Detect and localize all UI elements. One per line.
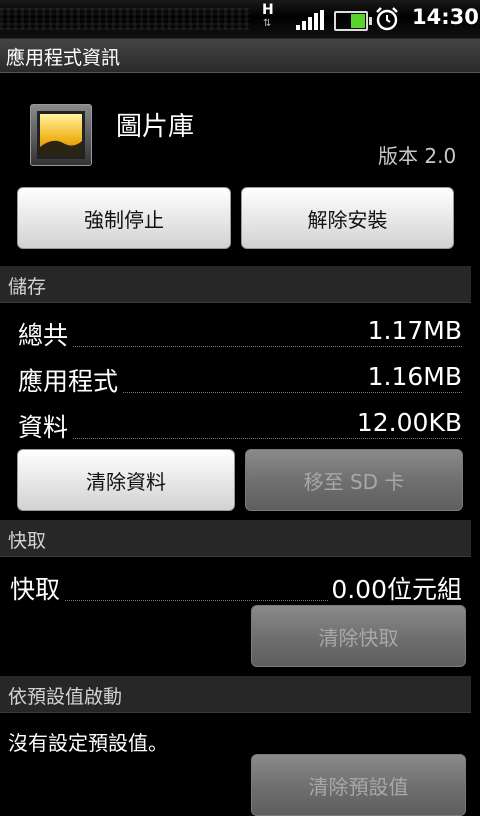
storage-app-label: 應用程式 — [18, 362, 123, 398]
storage-data-row: 資料 12.00KB — [0, 408, 480, 448]
alarm-clock-icon — [376, 7, 398, 31]
storage-data-value: 12.00KB — [354, 408, 462, 437]
status-bar — [0, 0, 480, 39]
signal-strength-icon — [296, 10, 326, 30]
app-version: 版本 2.0 — [378, 144, 457, 168]
section-title: 依預設值啟動 — [8, 686, 123, 708]
status-time: 14:30 — [412, 5, 479, 29]
clear-cache-button[interactable]: 清除快取 — [251, 605, 466, 667]
storage-total-label: 總共 — [18, 316, 73, 352]
clear-defaults-button[interactable]: 清除預設值 — [251, 754, 466, 816]
network-activity-icon: ⇅ — [263, 18, 271, 29]
storage-section-header: 儲存 — [0, 266, 471, 303]
no-defaults-message: 沒有設定預設值。 — [8, 731, 168, 755]
storage-total-value: 1.17MB — [365, 316, 462, 345]
storage-total-row: 總共 1.17MB — [0, 316, 480, 356]
cache-label: 快取 — [10, 570, 65, 606]
gallery-icon — [30, 104, 92, 166]
storage-data-label: 資料 — [18, 408, 73, 444]
cache-value: 0.00位元組 — [329, 570, 462, 606]
clear-data-button[interactable]: 清除資料 — [17, 449, 235, 511]
storage-app-value: 1.16MB — [365, 362, 462, 391]
force-stop-button[interactable]: 強制停止 — [17, 187, 231, 249]
storage-app-row: 應用程式 1.16MB — [0, 362, 480, 402]
network-type-indicator: H — [262, 2, 274, 18]
cache-row: 快取 0.00位元組 — [0, 570, 480, 610]
move-to-sd-button[interactable]: 移至 SD 卡 — [245, 449, 463, 511]
app-name: 圖片庫 — [116, 112, 195, 142]
cache-section-header: 快取 — [0, 520, 471, 557]
uninstall-button[interactable]: 解除安裝 — [241, 187, 454, 249]
launch-default-section-header: 依預設值啟動 — [0, 676, 471, 713]
page-title: 應用程式資訊 — [6, 47, 121, 69]
section-title: 快取 — [8, 530, 47, 552]
section-title: 儲存 — [8, 276, 47, 298]
title-bar: 應用程式資訊 — [0, 39, 480, 73]
battery-icon — [334, 11, 372, 31]
